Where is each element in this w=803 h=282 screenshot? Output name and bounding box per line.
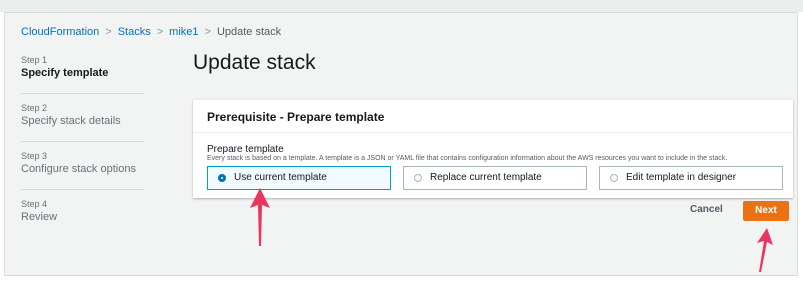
- breadcrumb-stack-name[interactable]: mike1: [169, 26, 198, 38]
- step-label: Review: [21, 211, 58, 223]
- breadcrumb-current: Update stack: [216, 26, 282, 38]
- option-replace-current-template[interactable]: Replace current template: [403, 166, 587, 190]
- panel-header: Prerequisite - Prepare template: [193, 100, 793, 133]
- console-frame: CloudFormation > Stacks > mike1 > Update stack…: [4, 12, 798, 276]
- cancel-button[interactable]: Cancel: [690, 204, 723, 215]
- option-edit-template-in-designer[interactable]: Edit template in designer: [599, 166, 783, 190]
- step-label: Specify stack details: [21, 115, 121, 127]
- step-number: Step 4: [21, 199, 48, 209]
- top-bar: [0, 0, 803, 12]
- next-button[interactable]: Next: [743, 201, 789, 221]
- breadcrumb-cloudformation[interactable]: CloudFormation: [21, 26, 99, 38]
- wizard-steps-nav: Step 1 Specify template Step 2 Specify s…: [21, 55, 145, 247]
- step-number: Step 3: [21, 151, 48, 161]
- wizard-step-2: Step 2 Specify stack details: [21, 103, 145, 151]
- radio-unselected-icon[interactable]: [414, 174, 422, 182]
- option-label: Use current template: [234, 172, 327, 183]
- radio-selected-icon[interactable]: [218, 174, 226, 182]
- prepare-template-label: Prepare template: [207, 144, 284, 155]
- wizard-step-1: Step 1 Specify template: [21, 55, 145, 103]
- prepare-template-panel: Prerequisite - Prepare template Prepare …: [193, 99, 793, 198]
- step-number: Step 1: [21, 55, 48, 65]
- breadcrumb: CloudFormation > Stacks > mike1 > Update stack: [21, 26, 281, 38]
- prepare-template-description: Every stack is based on a template. A te…: [207, 155, 728, 162]
- breadcrumb-separator: >: [105, 26, 112, 38]
- option-label: Edit template in designer: [626, 172, 737, 183]
- wizard-step-3: Step 3 Configure stack options: [21, 151, 145, 199]
- step-number: Step 2: [21, 103, 48, 113]
- option-label: Replace current template: [430, 172, 542, 183]
- panel-title: Prerequisite - Prepare template: [207, 110, 385, 124]
- radio-unselected-icon[interactable]: [610, 174, 618, 182]
- step-label: Specify template: [21, 67, 109, 79]
- breadcrumb-separator: >: [204, 26, 211, 38]
- template-source-radio-group: Use current template Replace current tem…: [207, 166, 783, 190]
- breadcrumb-separator: >: [156, 26, 164, 38]
- step-label: Configure stack options: [21, 163, 136, 175]
- page-title: Update stack: [193, 51, 316, 74]
- breadcrumb-stacks[interactable]: Stacks: [118, 26, 151, 38]
- wizard-step-4: Step 4 Review: [21, 199, 145, 247]
- step-divider: [21, 189, 145, 190]
- step-divider: [21, 93, 145, 94]
- step-divider: [21, 141, 145, 142]
- option-use-current-template[interactable]: Use current template: [207, 166, 391, 190]
